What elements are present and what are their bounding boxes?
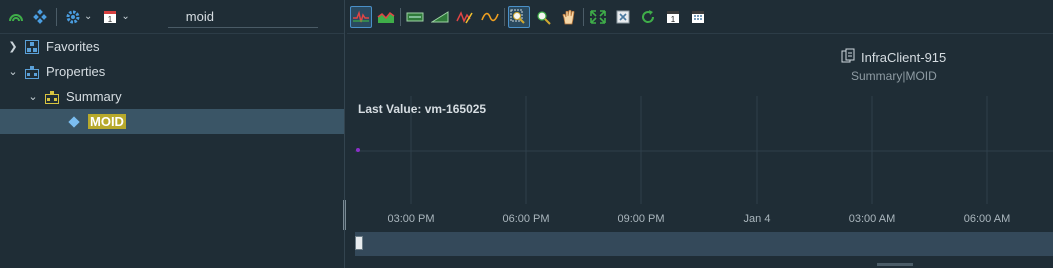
toolbar-separator [400, 7, 401, 26]
x-tick-label: 03:00 AM [849, 213, 895, 225]
svg-text:1: 1 [671, 15, 676, 24]
navigator-handle[interactable] [355, 236, 363, 250]
x-tick-label: 06:00 AM [964, 213, 1010, 225]
tree-item-favorites[interactable]: ❯ Favorites [0, 34, 344, 59]
smooth-line-icon[interactable] [479, 6, 501, 28]
chevron-down-icon[interactable]: ⌄ [26, 90, 40, 103]
reset-zoom-icon[interactable] [612, 6, 634, 28]
zoom-select-icon[interactable] [508, 5, 530, 28]
tree-item-summary[interactable]: ⌄ Summary [0, 84, 344, 109]
stacked-chart-icon[interactable] [404, 6, 426, 28]
toolbar-separator [583, 7, 584, 26]
last-value: vm-165025 [424, 102, 487, 116]
chevron-down-icon[interactable]: ⌄ [6, 65, 20, 78]
time-navigator[interactable] [355, 232, 1053, 256]
chart-area: 03:00 PM 06:00 PM 09:00 PM Jan 4 03:00 AM 06:… [347, 34, 1053, 268]
tree-item-properties[interactable]: ⌄ Properties [0, 59, 344, 84]
x-tick-label: 09:00 PM [617, 213, 664, 225]
diamond-cluster-icon[interactable] [32, 8, 48, 25]
calendar-range-icon[interactable] [687, 6, 709, 28]
refresh-icon[interactable] [637, 6, 659, 28]
signal-icon[interactable] [8, 9, 24, 25]
pan-hand-icon[interactable] [558, 6, 580, 28]
left-toolbar: ⌄ 1 ⌄ moid [0, 0, 344, 34]
tree-item-label: Summary [66, 89, 122, 104]
chevron-down-icon[interactable]: ⌄ [121, 11, 129, 22]
chevron-down-icon[interactable]: ⌄ [84, 11, 92, 22]
date-icon[interactable]: 1 [662, 6, 684, 28]
last-value-label: Last Value: vm-165025 [358, 102, 486, 116]
calendar-icon[interactable]: 1 [102, 9, 118, 25]
tree-item-label: Favorites [46, 39, 100, 54]
chart-subtitle: Summary|MOID [851, 69, 937, 83]
fit-expand-icon[interactable] [587, 6, 609, 28]
group-icon [24, 65, 40, 79]
chart-title: InfraClient-915 [841, 48, 946, 67]
svg-text:1: 1 [108, 15, 113, 24]
toolbar-separator [504, 7, 505, 26]
panel-splitter[interactable] [343, 200, 346, 230]
chart-title-text: InfraClient-915 [861, 50, 947, 65]
summary-group-icon [44, 90, 60, 104]
data-point [356, 148, 360, 152]
chevron-right-icon[interactable]: ❯ [6, 40, 20, 53]
x-tick-label: 03:00 PM [387, 213, 434, 225]
trend-line-icon[interactable] [454, 6, 476, 28]
metric-diamond-icon [66, 115, 82, 129]
left-panel: ⌄ 1 ⌄ moid ❯ Favorites ⌄ Properties ⌄ Su… [0, 0, 345, 268]
object-icon [841, 48, 855, 67]
x-tick-label: 06:00 PM [502, 213, 549, 225]
toolbar-separator [56, 7, 57, 26]
gear-icon[interactable] [65, 9, 81, 25]
chart-panel: 1 03:00 PM 06:00 PM 09:00 PM Jan 4 03:00 AM 0… [347, 0, 1053, 268]
line-chart-icon[interactable] [350, 5, 372, 28]
tree-item-moid[interactable]: MOID [0, 109, 344, 134]
x-tick-label: Jan 4 [744, 213, 771, 225]
last-value-caption: Last Value: [358, 102, 422, 116]
navigator-scrollbar[interactable] [877, 263, 913, 266]
chart-toolbar: 1 [347, 0, 1053, 34]
area-chart-icon[interactable] [375, 6, 397, 28]
search-input[interactable]: moid [167, 6, 318, 28]
split-chart-icon[interactable] [429, 6, 451, 28]
metric-tree: ❯ Favorites ⌄ Properties ⌄ Summary MOID [0, 34, 344, 134]
group-icon [24, 39, 40, 54]
zoom-icon[interactable] [533, 6, 555, 28]
tree-item-label: MOID [88, 114, 126, 129]
tree-item-label: Properties [46, 64, 106, 79]
